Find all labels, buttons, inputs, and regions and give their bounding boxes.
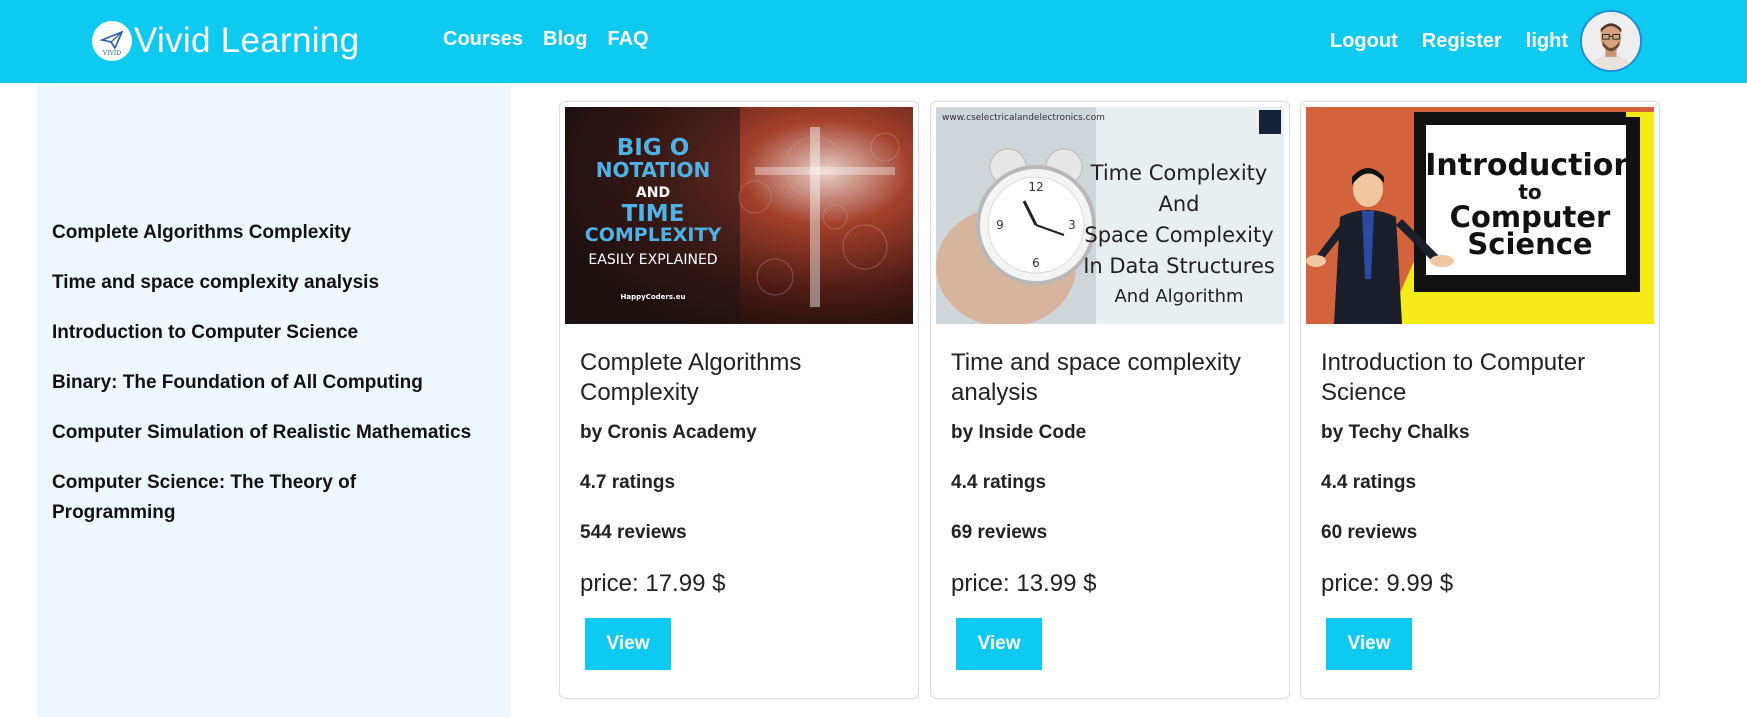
sidebar-item-time-space-complexity[interactable]: Time and space complexity analysis: [52, 268, 502, 298]
sidebar-course-list: Complete Algorithms Complexity Time and …: [52, 218, 502, 548]
view-button[interactable]: View: [585, 618, 671, 670]
course-card: Introduction to Computer Science Introdu…: [1300, 101, 1660, 699]
thumb-text: EASILY EXPLAINED: [588, 252, 717, 268]
brand-name: Vivid Learning: [134, 21, 360, 60]
course-reviews: 60 reviews: [1321, 522, 1418, 543]
course-reviews: 544 reviews: [580, 522, 687, 543]
course-reviews: 69 reviews: [951, 522, 1048, 543]
top-navbar: VIVID Vivid Learning Courses Blog FAQ Lo…: [0, 0, 1747, 83]
nav-logout[interactable]: Logout: [1330, 30, 1398, 53]
course-rating: 4.4 ratings: [1321, 472, 1417, 493]
sidebar-item-simulation[interactable]: Computer Simulation of Realistic Mathema…: [52, 418, 502, 448]
course-sidebar: Complete Algorithms Complexity Time and …: [37, 83, 511, 717]
thumb-text: Introduction: [1425, 148, 1634, 183]
thumb-text: And Algorithm: [1114, 286, 1243, 307]
course-title: Complete Algorithms Complexity: [580, 349, 802, 406]
thumb-text: AND: [636, 185, 670, 201]
course-thumbnail[interactable]: Introduction to Computer Science: [1306, 107, 1654, 324]
thumb-text: Space Complexity: [1084, 223, 1273, 247]
svg-text:3: 3: [1068, 218, 1076, 232]
course-author: by Techy Chalks: [1321, 422, 1470, 443]
user-avatar[interactable]: [1580, 10, 1642, 72]
course-thumbnail[interactable]: 12 3 6 9 www.cselectricalandelectronics.com…: [936, 107, 1284, 324]
course-price: price: 13.99 $: [951, 570, 1097, 597]
thumb-text: In Data Structures: [1083, 254, 1275, 278]
course-rating: 4.4 ratings: [951, 472, 1047, 493]
course-title: Time and space complexity analysis: [951, 349, 1241, 406]
nav-faq[interactable]: FAQ: [607, 28, 648, 51]
thumb-text: Science: [1467, 227, 1592, 261]
paper-plane-logo-icon: VIVID: [92, 21, 132, 61]
thumb-text: NOTATION: [596, 158, 711, 182]
view-button[interactable]: View: [956, 618, 1042, 670]
thumb-badge: HappyCoders.eu: [621, 293, 686, 301]
svg-text:6: 6: [1032, 256, 1040, 270]
course-price: price: 9.99 $: [1321, 570, 1454, 597]
thumb-url: www.cselectricalandelectronics.com: [942, 113, 1105, 123]
user-nav: Logout Register light: [1330, 10, 1642, 72]
thumb-text: Time Complexity: [1090, 161, 1268, 185]
course-price: price: 17.99 $: [580, 570, 726, 597]
course-author: by Inside Code: [951, 422, 1087, 443]
course-card: BIG O NOTATION AND TIME COMPLEXITY EASIL…: [559, 101, 919, 699]
nav-theme-toggle[interactable]: light: [1526, 30, 1568, 53]
view-button[interactable]: View: [1326, 618, 1412, 670]
course-thumbnail[interactable]: BIG O NOTATION AND TIME COMPLEXITY EASIL…: [565, 107, 913, 324]
nav-blog[interactable]: Blog: [543, 28, 587, 51]
svg-text:9: 9: [996, 218, 1004, 232]
sidebar-item-binary[interactable]: Binary: The Foundation of All Computing: [52, 368, 502, 398]
sidebar-item-algorithms-complexity[interactable]: Complete Algorithms Complexity: [52, 218, 502, 248]
nav-courses[interactable]: Courses: [443, 28, 523, 51]
course-card: 12 3 6 9 www.cselectricalandelectronics.com…: [930, 101, 1290, 699]
sidebar-item-intro-cs[interactable]: Introduction to Computer Science: [52, 318, 502, 348]
thumb-text: COMPLEXITY: [585, 224, 722, 246]
course-rating: 4.7 ratings: [580, 472, 676, 493]
course-author: by Cronis Academy: [580, 422, 757, 443]
course-title: Introduction to Computer Science: [1321, 349, 1586, 406]
svg-text:12: 12: [1028, 180, 1043, 194]
logo-text: VIVID: [102, 50, 121, 57]
nav-register[interactable]: Register: [1422, 30, 1502, 53]
brand-link[interactable]: VIVID Vivid Learning: [92, 19, 359, 63]
main-nav: Courses Blog FAQ: [443, 28, 649, 51]
thumb-text: And: [1158, 192, 1199, 216]
sidebar-item-theory-programming[interactable]: Computer Science: The Theory of Programm…: [52, 468, 382, 528]
